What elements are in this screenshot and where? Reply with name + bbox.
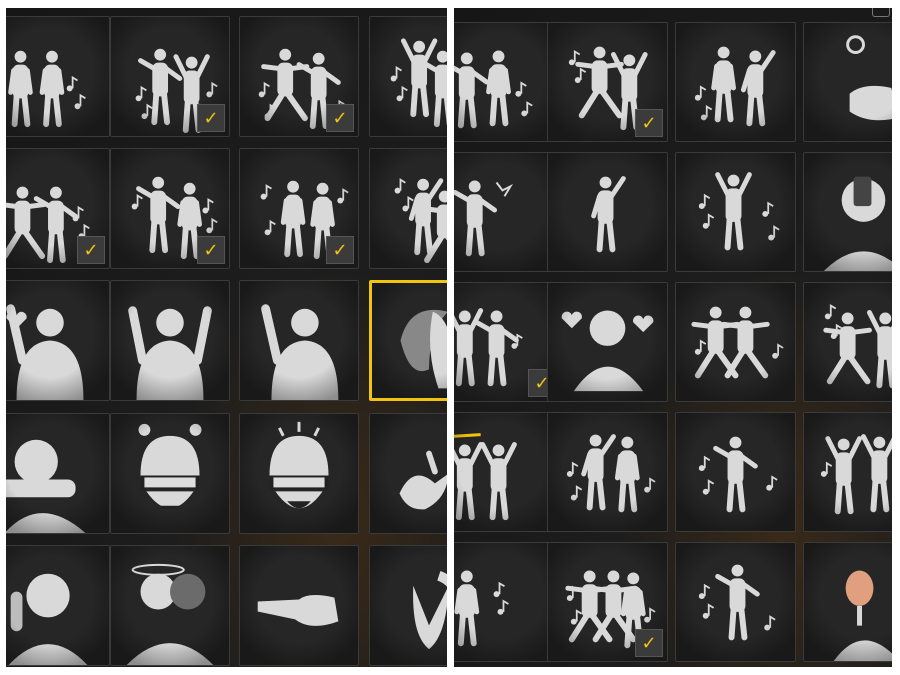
hair-flip-emote-icon — [372, 283, 447, 398]
emote-slot[interactable] — [6, 413, 110, 534]
step-solo-music-emote-icon — [454, 543, 560, 661]
emote-slot[interactable] — [454, 412, 561, 532]
owned-check-icon: ✓ — [197, 104, 225, 132]
emote-grid-right: ✓ ✓ ✓ — [454, 8, 892, 667]
kneel-dance-duo-emote-icon — [370, 149, 447, 268]
emote-grid-left: ✓ ✓ ✓ ✓ ✓ — [6, 8, 447, 667]
owned-check-icon: ✓ — [197, 236, 225, 264]
emote-slot[interactable] — [675, 542, 796, 662]
emote-slot[interactable] — [6, 280, 110, 401]
arms-out-duo-emote-icon — [676, 283, 795, 401]
dizzy-turn-emote-icon — [111, 546, 229, 665]
heart-wave-emote-icon — [6, 281, 109, 400]
emote-slot[interactable] — [803, 542, 892, 662]
arms-up-duo-emote-icon — [804, 413, 892, 531]
hands-up-emote-icon — [111, 281, 229, 400]
sway-duo-music-emote-icon — [548, 413, 667, 531]
emote-slot[interactable] — [547, 152, 668, 272]
emote-slot[interactable]: ✓ — [6, 148, 110, 269]
emote-slot[interactable] — [803, 152, 892, 272]
emote-slot[interactable] — [803, 22, 892, 142]
emote-slot[interactable] — [239, 545, 359, 666]
dab-emote-icon — [548, 153, 667, 271]
emote-slot[interactable] — [675, 152, 796, 272]
emote-slot[interactable] — [675, 22, 796, 142]
emote-slot[interactable] — [454, 152, 561, 272]
emote-slot[interactable] — [239, 280, 359, 401]
pray-emote-icon — [370, 546, 447, 665]
emote-slot[interactable] — [547, 412, 668, 532]
emote-slot[interactable] — [803, 282, 892, 402]
emote-slot[interactable] — [547, 282, 668, 402]
owned-check-icon: ✓ — [77, 236, 105, 264]
clap-hands-emote-icon — [370, 414, 447, 533]
emote-slot[interactable] — [675, 282, 796, 402]
facepalm-emote-icon — [6, 546, 109, 665]
menu-corner-icon — [872, 8, 890, 17]
wave-hello-emote-icon — [240, 281, 358, 400]
spin-solo-music-emote-icon — [676, 413, 795, 531]
emote-slot[interactable] — [369, 413, 447, 534]
emote-slot[interactable] — [369, 16, 447, 137]
kick-impact-emote-icon — [454, 153, 560, 271]
glow-stick-duo-emote-icon — [454, 413, 560, 531]
duo-pose-music-emote-icon — [676, 23, 795, 141]
hug-hearts-emote-icon — [548, 283, 667, 401]
duo-dance-emote-icon — [6, 17, 109, 136]
emote-slot[interactable] — [369, 148, 447, 269]
emote-slot[interactable]: ✓ — [547, 542, 668, 662]
emote-slot[interactable] — [454, 22, 561, 142]
angry-helmet-emote-icon — [111, 414, 229, 533]
selfie-phone-emote-icon — [804, 153, 892, 271]
hop-solo-music-emote-icon — [676, 543, 795, 661]
hand-mirror-emote-icon — [804, 543, 892, 661]
owned-check-icon: ✓ — [326, 236, 354, 264]
solo-dance-music-emote-icon — [676, 153, 795, 271]
emote-slot[interactable] — [6, 545, 110, 666]
emote-slot[interactable] — [369, 280, 447, 401]
emote-slot[interactable]: ✓ — [454, 282, 561, 402]
head-rest-emote-icon — [6, 414, 109, 533]
owned-check-icon: ✓ — [326, 104, 354, 132]
emote-slot[interactable] — [675, 412, 796, 532]
owned-check-icon: ✓ — [635, 109, 663, 137]
emote-slot[interactable] — [110, 280, 230, 401]
emote-slot[interactable] — [239, 413, 359, 534]
emote-slot[interactable]: ✓ — [110, 148, 230, 269]
lunge-duo-music-emote-icon — [804, 283, 892, 401]
emote-slot[interactable] — [803, 412, 892, 532]
emote-slot[interactable] — [369, 545, 447, 666]
emote-slot[interactable] — [110, 413, 230, 534]
emote-slot[interactable]: ✓ — [239, 148, 359, 269]
group-dance-music-emote-icon — [370, 17, 447, 136]
emote-slot[interactable] — [454, 542, 561, 662]
emote-slot[interactable]: ✓ — [110, 16, 230, 137]
emote-slot[interactable] — [110, 545, 230, 666]
emote-slot[interactable]: ✓ — [547, 22, 668, 142]
emote-slot[interactable] — [6, 16, 110, 137]
point-finger-emote-icon — [240, 546, 358, 665]
laughing-helmet-emote-icon — [240, 414, 358, 533]
duo-walk-dance-emote-icon — [454, 23, 560, 141]
coin-flip-emote-icon — [804, 23, 892, 141]
owned-check-icon: ✓ — [635, 629, 663, 657]
emote-slot[interactable]: ✓ — [239, 16, 359, 137]
